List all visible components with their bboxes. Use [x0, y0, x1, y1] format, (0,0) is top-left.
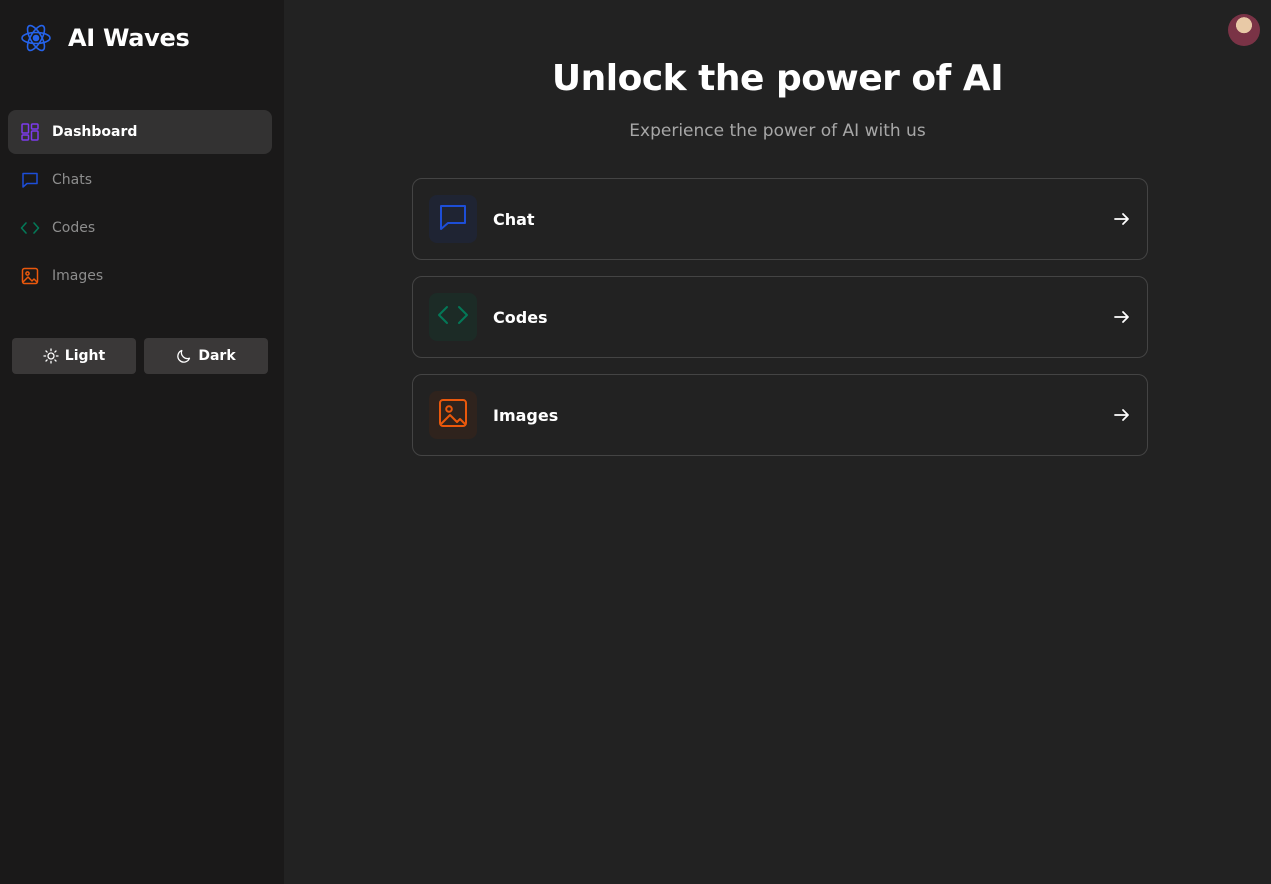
card-chat[interactable]: Chat: [412, 178, 1148, 260]
sidebar-item-label: Codes: [52, 220, 96, 236]
brand[interactable]: AI Waves: [20, 20, 190, 56]
grid-icon: [20, 122, 40, 142]
theme-switcher: Light Dark: [12, 338, 276, 374]
chat-bubble-icon: [438, 202, 468, 236]
sidebar-item-images[interactable]: Images: [8, 254, 272, 298]
codes-tile: [429, 293, 477, 341]
light-theme-button[interactable]: Light: [12, 338, 136, 374]
sidebar-item-chats[interactable]: Chats: [8, 158, 272, 202]
images-tile: [429, 391, 477, 439]
dark-theme-label: Dark: [198, 348, 236, 364]
card-label: Chat: [493, 209, 535, 229]
card-label: Codes: [493, 307, 548, 327]
feature-cards: Chat Codes Images: [412, 178, 1148, 472]
card-codes[interactable]: Codes: [412, 276, 1148, 358]
light-theme-label: Light: [64, 348, 106, 364]
card-images[interactable]: Images: [412, 374, 1148, 456]
sidebar-item-codes[interactable]: Codes: [8, 206, 272, 250]
chat-bubble-icon: [20, 170, 40, 190]
sidebar-nav: Dashboard Chats Codes Images: [8, 110, 272, 302]
image-icon: [438, 398, 468, 432]
sun-icon: [43, 348, 59, 364]
code-icon: [437, 302, 469, 332]
card-label: Images: [493, 405, 559, 425]
sidebar-item-label: Chats: [52, 172, 93, 188]
page-title: Unlock the power of AI: [551, 58, 1004, 99]
sidebar-item-dashboard[interactable]: Dashboard: [8, 110, 272, 154]
image-icon: [20, 266, 40, 286]
brand-title: AI Waves: [68, 24, 190, 52]
chat-tile: [429, 195, 477, 243]
code-icon: [20, 218, 40, 238]
sidebar-item-label: Dashboard: [52, 124, 138, 140]
moon-icon: [176, 348, 192, 364]
main-content: Unlock the power of AI Experience the po…: [284, 0, 1271, 884]
arrow-right-icon: [1113, 210, 1131, 228]
page-subtitle: Experience the power of AI with us: [629, 121, 926, 141]
sidebar: AI Waves Dashboard Chats Codes Images Li…: [0, 0, 284, 884]
atom-icon: [20, 20, 52, 56]
arrow-right-icon: [1113, 308, 1131, 326]
sidebar-item-label: Images: [52, 268, 104, 284]
arrow-right-icon: [1113, 406, 1131, 424]
dark-theme-button[interactable]: Dark: [144, 338, 268, 374]
